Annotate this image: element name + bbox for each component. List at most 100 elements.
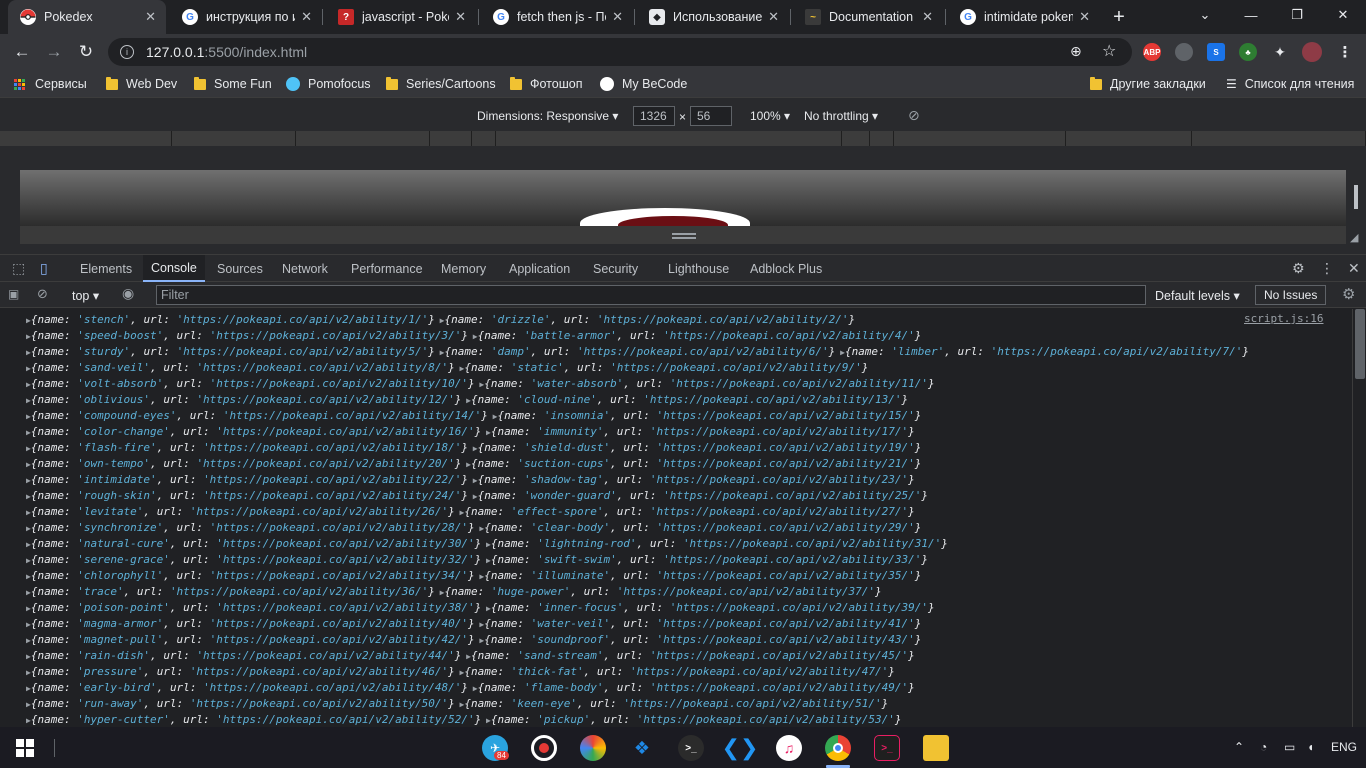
tree-extension-icon[interactable]: ♣ [1239,43,1257,61]
expand-triangle-icon[interactable]: ▶ [461,396,471,405]
reading-list[interactable]: ☰ Список для чтения [1226,75,1354,93]
sidebar-toggle-icon[interactable]: ▣ [8,287,19,301]
expand-triangle-icon[interactable]: ▶ [481,716,491,725]
width-input[interactable]: 1326 [633,106,675,126]
vscode-icon[interactable]: ❮❯ [722,735,759,761]
tab-performance[interactable]: Performance [343,255,431,282]
ability-object[interactable]: {name: 'poison-point', url: 'https://pok… [31,601,481,614]
console-scrollbar[interactable] [1352,309,1366,727]
forward-arrow-icon[interactable]: → [42,40,66,64]
eye-icon[interactable]: ◉ [122,285,134,302]
ability-object[interactable]: {name: 'limber', url: 'https://pokeapi.c… [845,345,1249,358]
console-log-line[interactable]: ▶{name: 'rain-dish', url: 'https://pokea… [0,648,1352,664]
expand-triangle-icon[interactable]: ▶ [481,604,491,613]
tab-console[interactable]: Console [143,255,205,282]
restore-icon[interactable]: ❐ [1274,0,1320,30]
console-log-line[interactable]: ▶{name: 'magnet-pull', url: 'https://pok… [0,632,1352,648]
throttling-select[interactable]: No throttling ▾ [804,109,878,123]
dropbox-icon[interactable]: ❖ [629,735,655,761]
close-tab-icon[interactable]: ✕ [768,9,779,25]
console-log-line[interactable]: ▶{name: 'chlorophyll', url: 'https://pok… [0,568,1352,584]
console-log-line[interactable]: ▶{name: 'rough-skin', url: 'https://poke… [0,488,1352,504]
music-icon[interactable]: ♫ [776,735,802,761]
expand-triangle-icon[interactable]: ▶ [481,556,491,565]
expand-triangle-icon[interactable]: ▶ [481,540,491,549]
ruler-segment[interactable] [0,131,172,146]
ability-object[interactable]: {name: 'magnet-pull', url: 'https://poke… [31,633,475,646]
viewport-side-handle[interactable] [1354,185,1358,209]
minimize-icon[interactable]: — [1228,0,1274,30]
ability-object[interactable]: {name: 'early-bird', url: 'https://pokea… [31,681,468,694]
inspect-element-icon[interactable]: ⬚ [4,255,33,282]
extension-blue-icon[interactable]: S [1207,43,1225,61]
address-bar[interactable]: i 127.0.0.1:5500/index.html ⊕ ☆ [108,38,1132,66]
file-explorer-icon[interactable] [923,735,949,761]
expand-triangle-icon[interactable]: ▶ [468,492,478,501]
tab-elements[interactable]: Elements [72,255,140,282]
tab-adblock-plus[interactable]: Adblock Plus [742,255,830,282]
ability-object[interactable]: {name: 'huge-power', url: 'https://pokea… [444,585,881,598]
console-settings-icon[interactable]: ⚙ [1342,285,1355,303]
clear-console-icon[interactable]: ⊘ [37,286,48,302]
console-log-line[interactable]: ▶{name: 'run-away', url: 'https://pokeap… [0,696,1352,712]
ruler-segment[interactable] [472,131,496,146]
ability-object[interactable]: {name: 'rain-dish', url: 'https://pokeap… [31,649,462,662]
ability-object[interactable]: {name: 'clear-body', url: 'https://pokea… [484,521,921,534]
ability-object[interactable]: {name: 'drizzle', url: 'https://pokeapi.… [445,313,856,326]
reload-icon[interactable]: ↻ [74,40,98,64]
expand-triangle-icon[interactable]: ▶ [468,476,478,485]
console-log-line[interactable]: ▶{name: 'magma-armor', url: 'https://pok… [0,616,1352,632]
console-log-line[interactable]: ▶{name: 'intimidate', url: 'https://poke… [0,472,1352,488]
ability-object[interactable]: {name: 'illuminate', url: 'https://pokea… [484,569,921,582]
console-log-line[interactable]: ▶{name: 'volt-absorb', url: 'https://pok… [0,376,1352,392]
ruler-segment[interactable] [496,131,842,146]
settings-gear-icon[interactable]: ⚙ [1284,255,1313,282]
console-log-line[interactable]: ▶{name: 'stench', url: 'https://pokeapi.… [0,312,1352,328]
close-tab-icon[interactable]: ✕ [612,9,623,25]
ability-object[interactable]: {name: 'static', url: 'https://pokeapi.c… [464,361,868,374]
tray-chevron-icon[interactable]: ⌃ [1234,740,1244,754]
scrollbar-thumb[interactable] [1355,309,1365,379]
ability-object[interactable]: {name: 'insomnia', url: 'https://pokeapi… [497,409,921,422]
dimensions-select[interactable]: Dimensions: Responsive ▾ [477,109,618,123]
ability-object[interactable]: {name: 'stench', url: 'https://pokeapi.c… [31,313,435,326]
ability-object[interactable]: {name: 'volt-absorb', url: 'https://poke… [31,377,475,390]
tab-application[interactable]: Application [501,255,578,282]
ability-object[interactable]: {name: 'water-absorb', url: 'https://pok… [484,377,934,390]
expand-triangle-icon[interactable]: ▶ [435,316,445,325]
expand-triangle-icon[interactable]: ▶ [455,508,465,517]
terminal-icon[interactable]: >_ [678,735,704,761]
corner-resize-icon[interactable]: ◢ [1350,231,1358,244]
expand-triangle-icon[interactable]: ▶ [835,348,845,357]
close-tab-icon[interactable]: ✕ [455,9,466,25]
ability-object[interactable]: {name: 'serene-grace', url: 'https://pok… [31,553,481,566]
tab-pokedex[interactable]: Pokedex ✕ [8,0,166,34]
expand-triangle-icon[interactable]: ▶ [475,524,484,533]
ability-object[interactable]: {name: 'flame-body', url: 'https://pokea… [478,681,915,694]
language-indicator[interactable]: ENG [1331,740,1357,754]
ruler-segment[interactable] [870,131,894,146]
console-log-line[interactable]: ▶{name: 'trace', url: 'https://pokeapi.c… [0,584,1352,600]
close-tab-icon[interactable]: ✕ [145,9,156,25]
ability-object[interactable]: {name: 'own-tempo', url: 'https://pokeap… [31,457,462,470]
expand-triangle-icon[interactable]: ▶ [475,620,484,629]
ability-object[interactable]: {name: 'sturdy', url: 'https://pokeapi.c… [31,345,435,358]
ability-object[interactable]: {name: 'magma-armor', url: 'https://poke… [31,617,475,630]
ruler-segment[interactable] [842,131,870,146]
back-arrow-icon[interactable]: ← [10,40,34,64]
ability-object[interactable]: {name: 'hyper-cutter', url: 'https://pok… [31,713,481,726]
ability-object[interactable]: {name: 'thick-fat', url: 'https://pokeap… [464,665,895,678]
ability-object[interactable]: {name: 'sand-veil', url: 'https://pokeap… [31,361,455,374]
ability-object[interactable]: {name: 'keen-eye', url: 'https://pokeapi… [464,697,888,710]
expand-triangle-icon[interactable]: ▶ [455,364,465,373]
expand-triangle-icon[interactable]: ▶ [455,668,465,677]
tab-memory[interactable]: Memory [433,255,494,282]
menu-icon[interactable]: ⋮ [1336,43,1354,61]
zoom-select[interactable]: 100% ▾ [750,109,790,123]
battery-icon[interactable]: ▭ [1284,740,1295,754]
ability-object[interactable]: {name: 'color-change', url: 'https://pok… [31,425,481,438]
expand-triangle-icon[interactable]: ▶ [475,380,484,389]
ability-object[interactable]: {name: 'pressure', url: 'https://pokeapi… [31,665,455,678]
ability-object[interactable]: {name: 'shield-dust', url: 'https://poke… [478,441,922,454]
expand-triangle-icon[interactable]: ▶ [475,572,484,581]
